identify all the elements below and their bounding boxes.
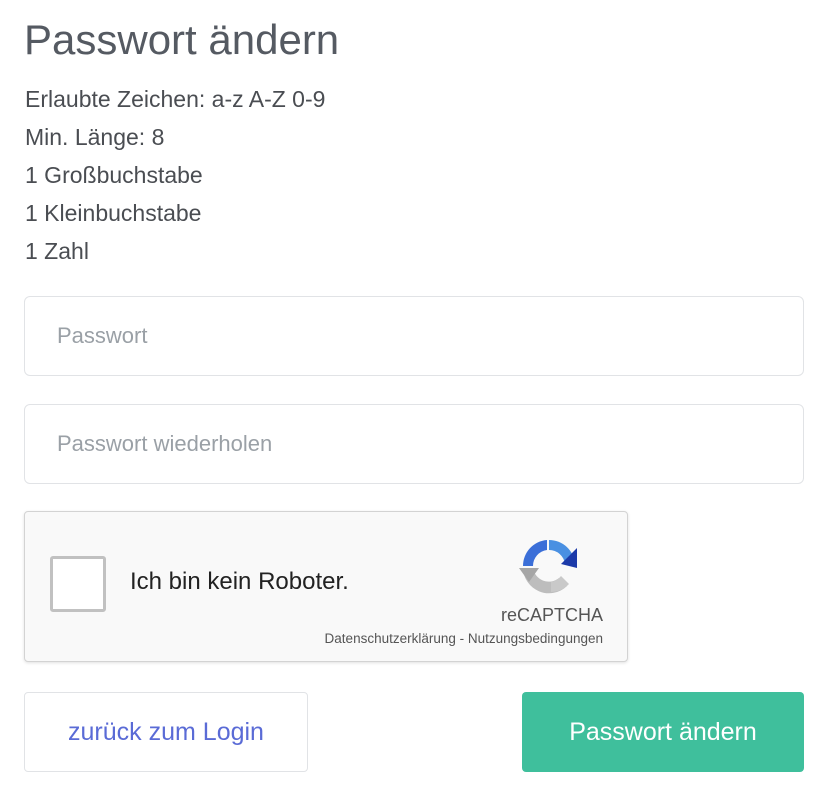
recaptcha-label: Ich bin kein Roboter. [130, 568, 349, 595]
page-title: Passwort ändern [24, 16, 340, 63]
rule-number: 1 Zahl [25, 238, 89, 264]
recaptcha-terms-link[interactable]: Nutzungsbedingungen [468, 631, 603, 646]
recaptcha-brand: reCAPTCHA [500, 605, 603, 625]
rule-uppercase: 1 Großbuchstabe [25, 162, 203, 188]
recaptcha-links: Datenschutzerklärung - Nutzungsbedingung… [325, 631, 603, 646]
rule-lowercase: 1 Kleinbuchstabe [25, 200, 202, 226]
rule-min-length: Min. Länge: 8 [25, 124, 165, 150]
recaptcha-privacy-link[interactable]: Datenschutzerklärung [325, 631, 456, 646]
password-repeat-input[interactable] [24, 404, 804, 484]
back-to-login-button[interactable]: zurück zum Login [24, 692, 308, 772]
recaptcha-checkbox[interactable] [50, 556, 106, 612]
recaptcha-logo-icon [519, 539, 577, 594]
rule-allowed-characters: Erlaubte Zeichen: a-z A-Z 0-9 [25, 86, 326, 112]
password-rules-list: Erlaubte Zeichen: a-z A-Z 0-9 Min. Länge… [25, 80, 325, 270]
change-password-button[interactable]: Passwort ändern [522, 692, 804, 772]
page: Passwort ändern Erlaubte Zeichen: a-z A-… [0, 0, 834, 794]
recaptcha-links-separator: - [455, 631, 468, 646]
password-input[interactable] [24, 296, 804, 376]
recaptcha-widget: Ich bin kein Roboter. reCAPTCHA Datensch… [24, 511, 628, 662]
